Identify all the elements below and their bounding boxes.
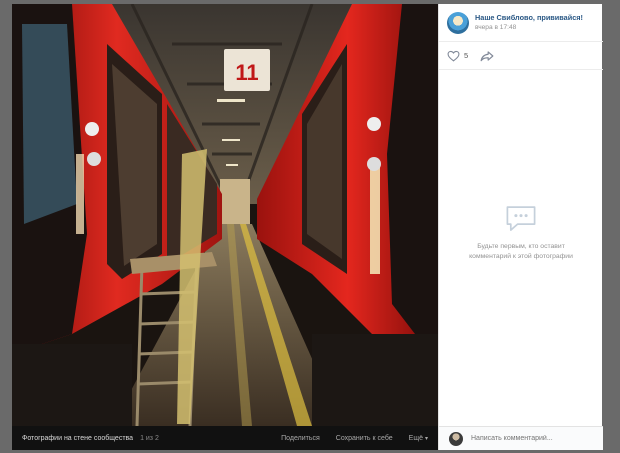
photo-viewer: 11 Фотографии на стене сообщества 1 из 2… (12, 4, 603, 450)
like-count: 5 (464, 51, 469, 60)
share-arrow-icon (480, 50, 494, 61)
photo[interactable]: 11 (12, 4, 438, 426)
user-avatar (449, 431, 463, 446)
heart-outline-icon (447, 50, 460, 62)
metro-depot-photo: 11 (12, 4, 438, 426)
reactions-row: 5 (439, 42, 603, 70)
comment-bubble-icon (506, 206, 536, 231)
comment-input[interactable] (471, 435, 591, 442)
platform-sign-number: 11 (235, 60, 258, 85)
comment-composer (439, 426, 603, 450)
album-link[interactable]: Фотографии на стене сообщества (22, 435, 133, 442)
photo-bottom-bar: Фотографии на стене сообщества 1 из 2 По… (12, 426, 438, 450)
side-panel: Наше Свиблово, прививайся! вчера в 17:48… (438, 4, 603, 450)
post-time[interactable]: вчера в 17:48 (475, 24, 516, 31)
post-author: Наше Свиблово, прививайся! вчера в 17:48 (439, 4, 603, 42)
like-button[interactable]: 5 (447, 50, 468, 62)
share-button[interactable] (480, 50, 494, 62)
no-comments-text: Будьте первым, кто оставит комментарий к… (469, 243, 573, 260)
no-comments-placeholder: Будьте первым, кто оставит комментарий к… (439, 204, 603, 261)
save-link[interactable]: Сохранить к себе (336, 435, 393, 442)
more-menu[interactable]: Ещё ▾ (409, 435, 428, 442)
chevron-down-icon: ▾ (424, 435, 428, 442)
author-name[interactable]: Наше Свиблово, прививайся! (475, 13, 583, 22)
more-label: Ещё (408, 434, 423, 442)
photo-counter: 1 из 2 (140, 434, 159, 442)
community-avatar[interactable] (447, 12, 469, 34)
share-link[interactable]: Поделиться (281, 435, 320, 442)
